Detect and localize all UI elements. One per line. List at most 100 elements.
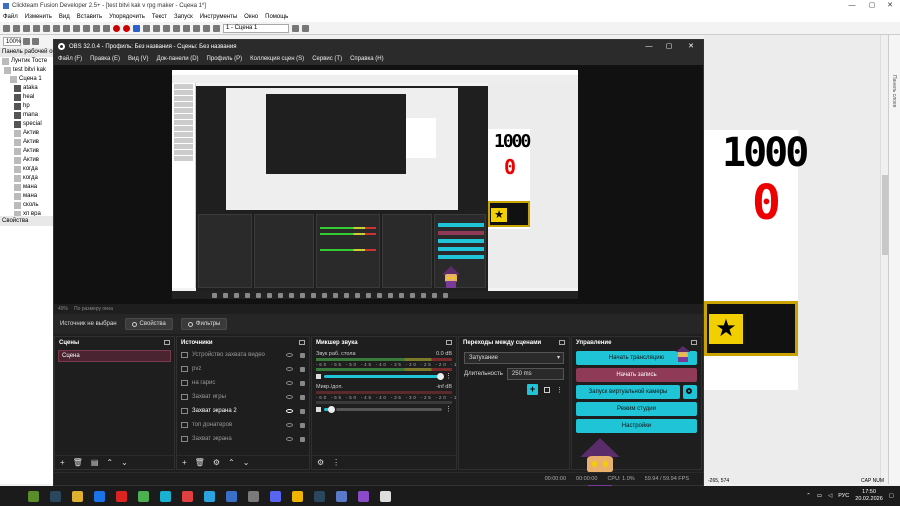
lock-icon[interactable] xyxy=(300,380,305,386)
volume-icon[interactable]: ◁ xyxy=(828,493,832,499)
prev-frame-icon[interactable] xyxy=(203,24,210,32)
tree-item[interactable]: мана xyxy=(0,183,53,192)
speaker-icon[interactable] xyxy=(316,373,321,379)
channel-menu-icon[interactable]: ⋮ xyxy=(445,372,452,380)
taskbar-app[interactable] xyxy=(352,486,374,506)
tree-item[interactable]: special xyxy=(0,120,53,129)
build-icon[interactable] xyxy=(133,24,140,32)
play-icon[interactable] xyxy=(143,24,150,32)
lock-icon[interactable] xyxy=(300,422,305,428)
studio-mode-button[interactable]: Режим студии xyxy=(576,402,697,416)
obs-menu-item[interactable]: Профиль (P) xyxy=(207,56,243,62)
frame-select[interactable]: 1 - Сцена 1 xyxy=(223,23,289,33)
network-icon[interactable]: ▭ xyxy=(817,493,822,499)
zoom-select[interactable]: 100% xyxy=(3,37,21,46)
lock-icon[interactable] xyxy=(300,352,305,358)
taskbar-app[interactable] xyxy=(198,486,220,506)
frame-nav2-icon[interactable] xyxy=(302,24,309,32)
undock-icon[interactable] xyxy=(164,340,170,345)
obs-menu-item[interactable]: Коллекция сцен (S) xyxy=(250,56,304,62)
move-down-icon[interactable]: ⌄ xyxy=(243,458,250,467)
source-settings-icon[interactable]: ⚙ xyxy=(213,458,220,467)
taskbar-app[interactable] xyxy=(66,486,88,506)
scene-filter-icon[interactable]: ▤ xyxy=(91,458,99,467)
scene-list-item[interactable]: Сцена xyxy=(58,350,171,362)
tree-item[interactable]: hp xyxy=(0,102,53,111)
visibility-eye-icon[interactable] xyxy=(286,437,293,441)
preview-fit-mode[interactable]: По размеру окна xyxy=(74,306,113,312)
volume-slider[interactable] xyxy=(324,372,444,380)
maximize-icon[interactable]: ▢ xyxy=(862,0,882,11)
source-list-item[interactable]: Захват игры xyxy=(177,390,309,404)
transition-menu-icon[interactable]: ⋮ xyxy=(556,386,563,394)
cf-menu-item[interactable]: Файл xyxy=(3,14,18,20)
lock-icon[interactable] xyxy=(300,408,305,414)
properties-icon[interactable] xyxy=(173,24,180,32)
cf-menu-item[interactable]: Помощь xyxy=(265,14,288,20)
layers-icon[interactable] xyxy=(183,24,190,32)
tray-chevron-icon[interactable]: ⌃ xyxy=(806,493,811,499)
obs-preview-canvas[interactable]: 1000 0 ★ xyxy=(172,70,578,299)
virtual-camera-button[interactable]: Запуск виртуальной камеры xyxy=(576,385,680,399)
tree-item[interactable]: сколь xyxy=(0,201,53,210)
source-properties-button[interactable]: Свойства xyxy=(124,318,173,330)
canvas-scrollbar[interactable] xyxy=(880,35,888,484)
remove-scene-icon[interactable]: 🗑 xyxy=(73,458,83,467)
help-icon[interactable] xyxy=(83,24,90,32)
duration-input[interactable]: 250 ms xyxy=(506,368,564,380)
mixer-settings-icon[interactable]: ⚙ xyxy=(317,458,324,467)
move-up-icon[interactable]: ⌃ xyxy=(106,458,113,467)
paste-icon[interactable] xyxy=(53,24,60,32)
taskbar-app[interactable] xyxy=(242,486,264,506)
notifications-icon[interactable]: ▢ xyxy=(889,493,894,499)
next-frame-icon[interactable] xyxy=(213,24,220,32)
lock-icon[interactable] xyxy=(300,366,305,372)
volume-slider-knob[interactable] xyxy=(437,372,444,380)
undock-icon[interactable] xyxy=(691,340,697,345)
source-list-item[interactable]: топ донатеров xyxy=(177,418,309,432)
add-scene-icon[interactable]: + xyxy=(60,458,65,467)
obs-menu-item[interactable]: Док-панели (D) xyxy=(157,56,199,62)
undo-icon[interactable] xyxy=(63,24,70,32)
obs-menu-item[interactable]: Вид (V) xyxy=(128,56,149,62)
minimize-icon[interactable]: — xyxy=(842,0,862,11)
taskbar-app[interactable] xyxy=(88,486,110,506)
redo-icon[interactable] xyxy=(73,24,80,32)
cut-icon[interactable] xyxy=(33,24,40,32)
obs-menu-item[interactable]: Сервис (T) xyxy=(312,56,342,62)
tree-item[interactable]: Актив xyxy=(0,129,53,138)
add-source-icon[interactable]: + xyxy=(182,458,187,467)
tree-item[interactable]: mana xyxy=(0,111,53,120)
taskbar-app[interactable] xyxy=(374,486,396,506)
transition-select[interactable]: Затухание xyxy=(464,352,564,364)
mixer-menu-icon[interactable]: ⋮ xyxy=(332,458,340,467)
cf-menu-item[interactable]: Вставить xyxy=(77,14,102,20)
open-file-icon[interactable] xyxy=(13,24,20,32)
frame-editor-canvas[interactable]: 1000 0 ★ xyxy=(704,35,888,484)
cf-menu-item[interactable]: Запуск xyxy=(174,14,193,20)
volume-slider[interactable] xyxy=(324,405,335,413)
lock-icon[interactable] xyxy=(300,394,305,400)
remove-transition-icon[interactable] xyxy=(544,386,550,393)
cf-menu-item[interactable]: Окно xyxy=(244,14,258,20)
speaker-icon[interactable] xyxy=(316,406,321,412)
copy-icon[interactable] xyxy=(43,24,50,32)
close-icon[interactable]: ✕ xyxy=(880,0,900,11)
library-icon[interactable] xyxy=(193,24,200,32)
move-up-icon[interactable]: ⌃ xyxy=(228,458,235,467)
tree-item[interactable]: Актив xyxy=(0,138,53,147)
virtual-camera-settings-icon[interactable] xyxy=(683,385,697,399)
frame-icon[interactable] xyxy=(93,24,100,32)
visibility-eye-icon[interactable] xyxy=(286,423,293,427)
taskbar-app[interactable] xyxy=(308,486,330,506)
tree-item[interactable]: Сцена 1 xyxy=(0,75,53,84)
event-icon[interactable] xyxy=(103,24,110,32)
taskbar-app[interactable] xyxy=(286,486,308,506)
layers-side-panel[interactable]: Панель слоев xyxy=(888,35,900,484)
tree-item[interactable]: Лунтик Тосте xyxy=(0,57,53,66)
visibility-eye-icon[interactable] xyxy=(286,381,293,385)
cf-menu-item[interactable]: Упорядочить xyxy=(109,14,145,20)
source-list-item[interactable]: Устройство захвата видео xyxy=(177,348,309,362)
visibility-eye-icon[interactable] xyxy=(286,409,293,413)
tree-item[interactable]: test bitvi kak xyxy=(0,66,53,75)
